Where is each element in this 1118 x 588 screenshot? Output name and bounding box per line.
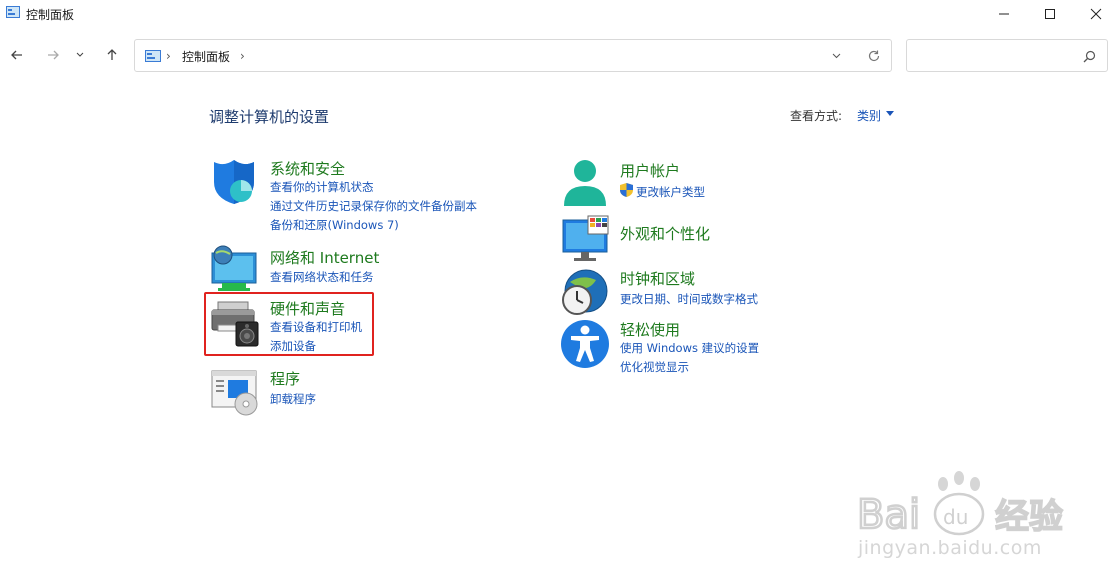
breadcrumb-separator[interactable]: › (240, 49, 245, 63)
category-programs: 程序 卸载程序 (210, 368, 410, 416)
category-title[interactable]: 外观和个性化 (620, 223, 710, 244)
display-personalize-icon (562, 215, 609, 261)
category-ease-of-access: 轻松使用 使用 Windows 建议的设置 优化视觉显示 (560, 319, 790, 379)
link-backup-restore[interactable]: 备份和还原(Windows 7) (270, 217, 399, 233)
category-system-security: 系统和安全 查看你的计算机状态 通过文件历史记录保存你的文件备份副本 备份和还原… (210, 158, 510, 238)
link-view-computer-status[interactable]: 查看你的计算机状态 (270, 179, 374, 195)
category-title[interactable]: 时钟和区域 (620, 268, 695, 289)
svg-text:Bai: Bai (857, 492, 920, 538)
category-appearance: 外观和个性化 (560, 214, 760, 264)
close-button[interactable] (1073, 0, 1118, 28)
view-by-dropdown[interactable]: 类别 (857, 107, 881, 124)
view-by-label: 查看方式: (790, 109, 843, 123)
link-network-status[interactable]: 查看网络状态和任务 (270, 269, 374, 285)
caret-down-icon[interactable] (886, 111, 894, 116)
address-bar[interactable]: › 控制面板 › (134, 39, 892, 72)
clock-globe-icon (562, 269, 608, 315)
shield-icon (214, 160, 254, 204)
programs-icon (211, 370, 258, 416)
back-button[interactable] (6, 44, 28, 66)
minimize-button[interactable] (981, 0, 1027, 28)
chevron-down-icon[interactable] (832, 53, 841, 59)
link-optimize-visual-display[interactable]: 优化视觉显示 (620, 359, 689, 375)
category-title[interactable]: 轻松使用 (620, 319, 680, 340)
arrow-up-icon (107, 49, 117, 60)
svg-text:du: du (943, 505, 968, 529)
title-bar: 控制面板 (0, 0, 1118, 28)
page-title: 调整计算机的设置 (209, 108, 330, 126)
breadcrumb-separator[interactable]: › (166, 49, 171, 63)
uac-shield-icon (620, 183, 633, 197)
up-button[interactable] (101, 44, 123, 66)
arrow-left-icon (11, 50, 22, 60)
category-title[interactable]: 程序 (270, 368, 300, 389)
user-icon (564, 160, 606, 206)
link-uninstall-program[interactable]: 卸载程序 (270, 391, 316, 407)
control-panel-icon (145, 50, 161, 62)
category-title[interactable]: 用户帐户 (620, 160, 680, 181)
link-change-account-type[interactable]: 更改帐户类型 (636, 184, 705, 200)
category-network: 网络和 Internet 查看网络状态和任务 (210, 245, 470, 293)
category-user-accounts: 用户帐户 更改帐户类型 (560, 158, 760, 208)
breadcrumb-control-panel[interactable]: 控制面板 (182, 48, 230, 65)
maximize-button[interactable] (1027, 0, 1073, 28)
search-input[interactable] (906, 39, 1108, 72)
window-title: 控制面板 (26, 8, 75, 22)
recent-locations-button[interactable] (72, 44, 88, 66)
svg-text:经验: 经验 (995, 497, 1063, 537)
link-file-history[interactable]: 通过文件历史记录保存你的文件备份副本 (270, 198, 477, 214)
category-clock-region: 时钟和区域 更改日期、时间或数字格式 (560, 268, 790, 318)
arrow-right-icon (48, 50, 59, 60)
forward-button[interactable] (42, 44, 64, 66)
link-change-date-time[interactable]: 更改日期、时间或数字格式 (620, 291, 758, 307)
refresh-icon[interactable] (867, 49, 881, 63)
maximize-icon (1045, 9, 1055, 19)
watermark-text: jingyan.baidu.com (858, 537, 1042, 559)
minimize-icon (999, 13, 1009, 15)
search-icon (1083, 50, 1096, 63)
chevron-down-icon (76, 52, 84, 57)
close-icon (1090, 8, 1102, 20)
network-globe-icon (211, 245, 257, 291)
control-panel-icon (6, 6, 20, 18)
accessibility-icon (561, 320, 609, 368)
link-windows-suggested-settings[interactable]: 使用 Windows 建议的设置 (620, 340, 759, 356)
category-title[interactable]: 网络和 Internet (270, 247, 379, 268)
category-title[interactable]: 系统和安全 (270, 158, 345, 179)
highlight-box (204, 292, 374, 356)
